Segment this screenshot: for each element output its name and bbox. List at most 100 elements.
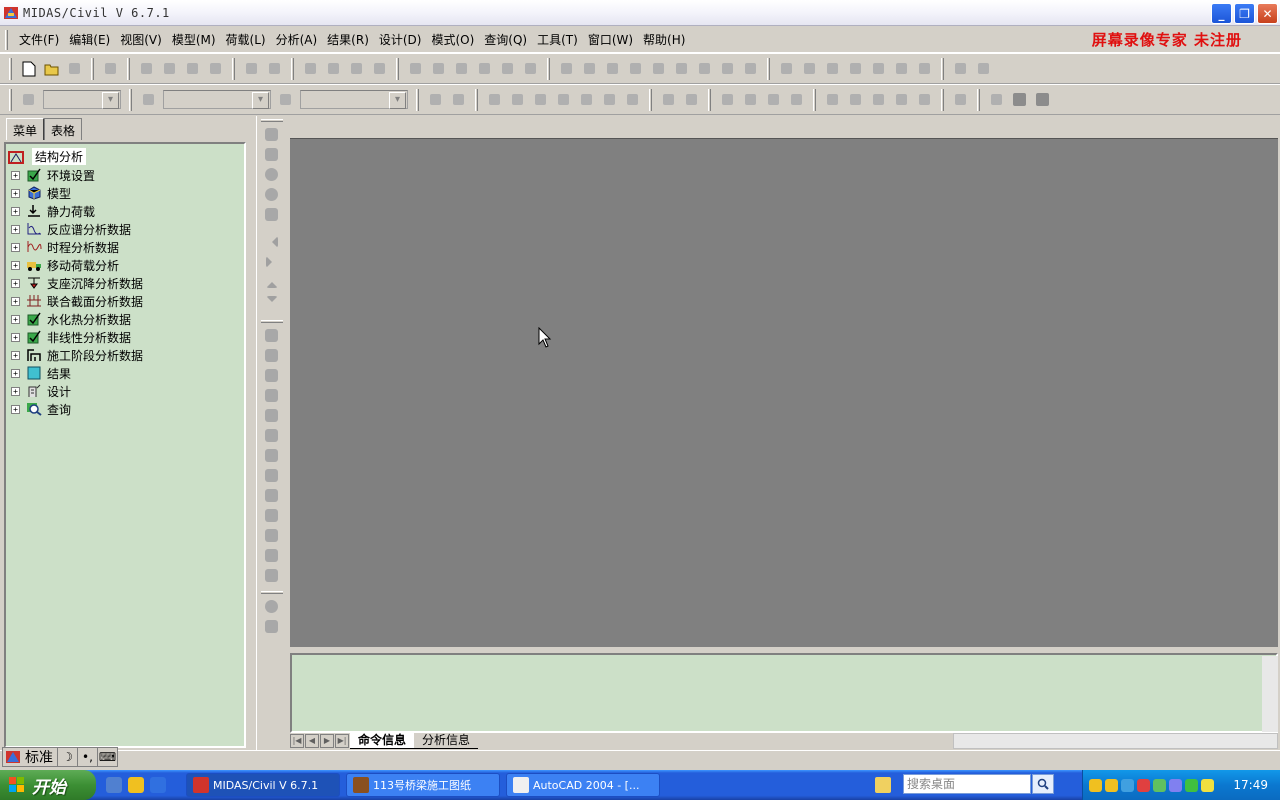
clock[interactable]: 17:49 (1233, 778, 1268, 792)
solid-icon[interactable] (264, 427, 280, 443)
toolbar-grip[interactable] (260, 119, 283, 122)
element-snap-icon[interactable] (430, 60, 447, 77)
zoom-window-icon[interactable] (264, 126, 280, 142)
show-desktop-icon[interactable] (106, 777, 122, 793)
first-tab-button[interactable]: |◀ (290, 734, 304, 748)
task-midas[interactable]: MIDAS/Civil V 6.7.1 (186, 773, 340, 797)
display-option-icon[interactable] (264, 567, 280, 583)
tray-volume-icon[interactable] (1201, 778, 1214, 792)
tree-item-design[interactable]: + 设计 (11, 382, 71, 400)
select-plane-icon[interactable] (650, 60, 667, 77)
next-tab-button[interactable]: ▶ (320, 734, 334, 748)
ime-logo-icon[interactable] (5, 749, 21, 765)
expand-icon[interactable]: + (11, 242, 20, 252)
start-button[interactable]: 开始 (0, 770, 96, 800)
expand-icon[interactable]: + (11, 314, 20, 324)
qq-icon[interactable] (128, 777, 144, 793)
new-file-icon[interactable] (20, 60, 37, 77)
tree-item-construction-stage[interactable]: + 施工阶段分析数据 (11, 346, 143, 364)
expand-icon[interactable]: + (11, 224, 20, 234)
horizontal-scrollbar[interactable] (953, 733, 1278, 749)
measure-icon[interactable] (660, 91, 677, 108)
toolbar-grip[interactable] (9, 57, 12, 80)
menu-help[interactable]: 帮助(H) (638, 31, 690, 48)
pan-icon[interactable] (264, 618, 280, 634)
wireframe-icon[interactable] (264, 407, 280, 423)
grid-icon[interactable] (302, 60, 319, 77)
midpoint-snap-icon[interactable] (476, 60, 493, 77)
extrude-icon[interactable] (578, 91, 595, 108)
select-intersect-icon[interactable] (627, 60, 644, 77)
open-folder-icon[interactable] (43, 60, 60, 77)
search-button[interactable] (1032, 774, 1054, 794)
select-all-icon[interactable] (696, 60, 713, 77)
view-iso-icon[interactable] (847, 60, 864, 77)
load-combination-combo[interactable] (300, 90, 408, 109)
message-scrollbar[interactable] (1262, 656, 1278, 732)
desktop-search-logo-icon[interactable] (875, 777, 891, 793)
element-number-icon[interactable] (975, 60, 992, 77)
select-icon[interactable] (558, 60, 575, 77)
expand-icon[interactable]: + (11, 404, 20, 414)
menu-mode[interactable]: 模式(O) (426, 31, 479, 48)
restore-button[interactable]: ❐ (1234, 3, 1255, 24)
expand-icon[interactable]: + (11, 170, 20, 180)
toolbar-grip[interactable] (260, 591, 283, 594)
layer-a-icon[interactable] (824, 91, 841, 108)
select-polygon-icon[interactable] (604, 60, 621, 77)
menu-analysis[interactable]: 分析(A) (271, 31, 323, 48)
grid-edit-icon[interactable] (371, 60, 388, 77)
tree-item-settlement[interactable]: + 支座沉降分析数据 (11, 274, 143, 292)
tab-analysis-message[interactable]: 分析信息 (414, 733, 479, 749)
unit-icon[interactable] (719, 60, 736, 77)
angle-icon[interactable] (532, 91, 549, 108)
tray-qq2-icon[interactable] (1105, 778, 1118, 792)
view-top-icon[interactable] (824, 60, 841, 77)
boundary-icon[interactable] (427, 91, 444, 108)
toolbar-grip[interactable] (9, 88, 12, 111)
ie-icon[interactable] (150, 777, 166, 793)
tree-item-static-load[interactable]: + 静力荷载 (11, 202, 95, 220)
redo-icon[interactable] (184, 60, 201, 77)
tree-root[interactable]: 结构分析 (8, 148, 87, 165)
expand-icon[interactable]: + (11, 206, 20, 216)
tray-monitor-icon[interactable] (1185, 778, 1198, 792)
tool-c-icon[interactable] (765, 91, 782, 108)
shading-icon[interactable] (264, 387, 280, 403)
menu-results[interactable]: 结果(R) (322, 31, 374, 48)
snap-all-icon[interactable] (499, 60, 516, 77)
tree-item-heat[interactable]: + 水化热分析数据 (11, 310, 131, 328)
view-left-icon[interactable] (870, 60, 887, 77)
perspective-icon[interactable] (264, 327, 280, 343)
tree-item-composite[interactable]: + 联合截面分析数据 (11, 292, 143, 310)
load-combination-icon[interactable] (277, 91, 294, 108)
menu-design[interactable]: 设计(D) (374, 31, 427, 48)
tree-item-settings[interactable]: + 环境设置 (11, 166, 95, 184)
grid-line-icon[interactable] (348, 60, 365, 77)
rotate-x-icon[interactable] (264, 467, 280, 483)
view-front-icon[interactable] (801, 60, 818, 77)
structure-type-icon[interactable] (20, 91, 37, 108)
rotate-free-icon[interactable] (264, 527, 280, 543)
view-angle-icon[interactable] (916, 60, 933, 77)
snap-off-icon[interactable] (522, 60, 539, 77)
ime-mode[interactable]: 标准 (21, 747, 57, 767)
zoom-fit-icon[interactable] (264, 206, 280, 222)
save-icon[interactable] (66, 60, 83, 77)
tool-b-icon[interactable] (742, 91, 759, 108)
rotate-y-icon[interactable] (264, 487, 280, 503)
zoom-in-icon[interactable] (264, 166, 280, 182)
zoom-fit-icon[interactable] (778, 60, 795, 77)
tray-network-icon[interactable] (1121, 778, 1134, 792)
node-display-icon[interactable] (264, 447, 280, 463)
support-icon[interactable] (450, 91, 467, 108)
task-autocad[interactable]: AutoCAD 2004 - [... (506, 773, 660, 797)
close-button[interactable]: ✕ (1257, 3, 1278, 24)
tray-app-icon[interactable] (1169, 778, 1182, 792)
axis-icon[interactable] (264, 347, 280, 363)
tree-item-time-history[interactable]: + 时程分析数据 (11, 238, 119, 256)
tray-qq-icon[interactable] (1089, 778, 1102, 792)
pin-icon[interactable] (988, 91, 1005, 108)
rotate-icon[interactable] (486, 91, 503, 108)
task-drawings[interactable]: 113号桥梁施工图纸 (346, 773, 500, 797)
